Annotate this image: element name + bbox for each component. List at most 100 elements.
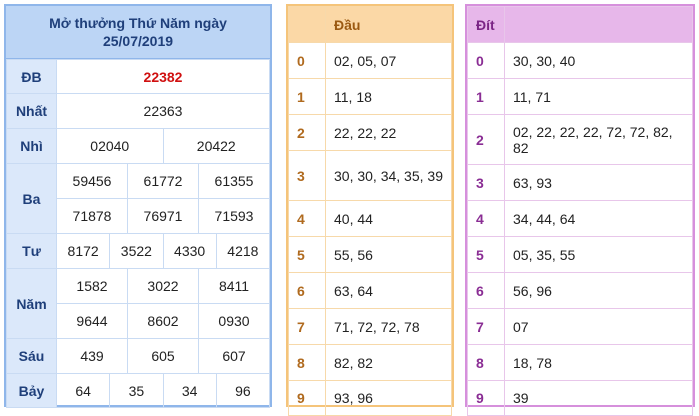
dau-row: 7 71, 72, 72, 78 (288, 308, 452, 345)
prize-number: 20422 (162, 128, 270, 164)
prize-number: 605 (127, 338, 199, 374)
dit-key: 1 (467, 78, 505, 115)
dau-row: 2 22, 22, 22 (288, 114, 452, 151)
prize-number: 1582 (56, 268, 128, 304)
dit-row: 7 07 (467, 308, 693, 345)
dit-value: 63, 93 (504, 164, 693, 201)
prize-number: 9644 (56, 303, 128, 339)
prize-row-tu: Tư 8172 3522 4330 4218 (6, 233, 271, 269)
dau-row: 1 11, 18 (288, 78, 452, 115)
dit-row: 3 63, 93 (467, 164, 693, 201)
dau-row: 6 63, 64 (288, 272, 452, 309)
dit-value: 34, 44, 64 (504, 200, 693, 237)
prize-number: 4218 (215, 233, 271, 269)
prize-number: 71878 (56, 198, 128, 234)
prize-row-nhat: Nhất 22363 (6, 93, 270, 129)
dau-row: 9 93, 96 (288, 380, 452, 416)
prize-row-nam: Năm 1582 3022 8411 (6, 268, 270, 339)
prize-number: 3022 (127, 268, 199, 304)
dit-key: 7 (467, 308, 505, 345)
results-header: Mở thưởng Thứ Năm ngày 25/07/2019 (6, 6, 270, 59)
prize-label: Nhất (6, 93, 57, 129)
dau-value: 82, 82 (325, 344, 452, 381)
prize-row-db: ĐB 22382 (6, 59, 270, 94)
prize-number: 64 (55, 373, 111, 408)
results-title: Mở thưởng Thứ Năm ngày (49, 15, 227, 31)
dit-value: 07 (504, 308, 693, 345)
dit-table: Đít 0 30, 30, 40 1 11, 71 2 02, 22, 22, 22,… (465, 4, 695, 416)
prize-label: Nhì (6, 128, 57, 164)
prize-label: Ba (6, 163, 57, 234)
prize-number: 59456 (56, 163, 128, 199)
dau-key: 5 (288, 236, 326, 273)
dau-value: 55, 56 (325, 236, 452, 273)
dau-table: Đầu 0 02, 05, 07 1 11, 18 2 22, 22, 22 3 30,… (286, 4, 454, 416)
dit-key: 5 (467, 236, 505, 273)
dau-value: 11, 18 (325, 78, 452, 115)
dau-value: 63, 64 (325, 272, 452, 309)
dit-value: 11, 71 (504, 78, 693, 115)
dit-row: 0 30, 30, 40 (467, 42, 693, 79)
prize-number: 4330 (162, 233, 217, 269)
prize-number: 61355 (198, 163, 270, 199)
dit-row: 6 56, 96 (467, 272, 693, 309)
prize-number: 8172 (55, 233, 111, 269)
dit-row: 5 05, 35, 55 (467, 236, 693, 273)
dit-key: 2 (467, 114, 505, 165)
dau-key: 1 (288, 78, 326, 115)
dau-key: 7 (288, 308, 326, 345)
dit-value: 05, 35, 55 (504, 236, 693, 273)
dau-row: 5 55, 56 (288, 236, 452, 273)
dit-key: 0 (467, 42, 505, 79)
dit-row: 1 11, 71 (467, 78, 693, 115)
prize-number: 22363 (56, 93, 270, 129)
results-date: 25/07/2019 (102, 33, 174, 49)
prize-row-sau: Sáu 439 605 607 (6, 338, 270, 374)
prize-number: 34 (162, 373, 217, 408)
prize-number: 61772 (127, 163, 199, 199)
prize-row-bay: Bảy 64 35 34 96 (6, 373, 271, 408)
dau-row: 0 02, 05, 07 (288, 42, 452, 79)
dau-key: 6 (288, 272, 326, 309)
dit-header-spacer (504, 6, 693, 43)
dau-key: 2 (288, 114, 326, 151)
dau-value: 02, 05, 07 (325, 42, 452, 79)
prize-number: 76971 (127, 198, 199, 234)
dau-value: 71, 72, 72, 78 (325, 308, 452, 345)
prize-number: 02040 (56, 128, 164, 164)
prize-number: 8411 (198, 268, 270, 304)
dau-value: 93, 96 (325, 380, 452, 416)
dit-value: 56, 96 (504, 272, 693, 309)
dit-row: 2 02, 22, 22, 22, 72, 72, 82, 82 (467, 114, 693, 165)
prize-row-nhi: Nhì 02040 20422 (6, 128, 270, 164)
dau-value: 30, 30, 34, 35, 39 (325, 150, 452, 201)
prize-number-db: 22382 (56, 59, 270, 94)
prize-label: Tư (6, 233, 57, 269)
dau-key: 3 (288, 150, 326, 201)
results-table: Mở thưởng Thứ Năm ngày 25/07/2019 ĐB 223… (4, 4, 272, 408)
prize-number: 607 (198, 338, 270, 374)
prize-number: 0930 (198, 303, 270, 339)
dau-value: 22, 22, 22 (325, 114, 452, 151)
prize-label: Năm (6, 268, 57, 339)
dit-row: 4 34, 44, 64 (467, 200, 693, 237)
dit-header: Đít (467, 6, 505, 43)
prize-number: 3522 (109, 233, 164, 269)
dit-value: 30, 30, 40 (504, 42, 693, 79)
prize-label: ĐB (6, 59, 57, 94)
dau-header-row: Đầu (288, 6, 452, 43)
dau-header: Đầu (325, 6, 452, 43)
dau-row: 4 40, 44 (288, 200, 452, 237)
dit-value: 39 (504, 380, 693, 416)
dau-key: 9 (288, 380, 326, 416)
dau-key: 4 (288, 200, 326, 237)
dit-key: 4 (467, 200, 505, 237)
dit-value: 18, 78 (504, 344, 693, 381)
prize-number: 35 (109, 373, 164, 408)
dit-row: 8 18, 78 (467, 344, 693, 381)
dau-row: 8 82, 82 (288, 344, 452, 381)
dit-row: 9 39 (467, 380, 693, 416)
dau-key: 8 (288, 344, 326, 381)
prize-table: ĐB 22382 Nhất 22363 Nhì 02040 20422 Ba 5… (6, 59, 271, 408)
dau-header-corner (288, 6, 326, 43)
